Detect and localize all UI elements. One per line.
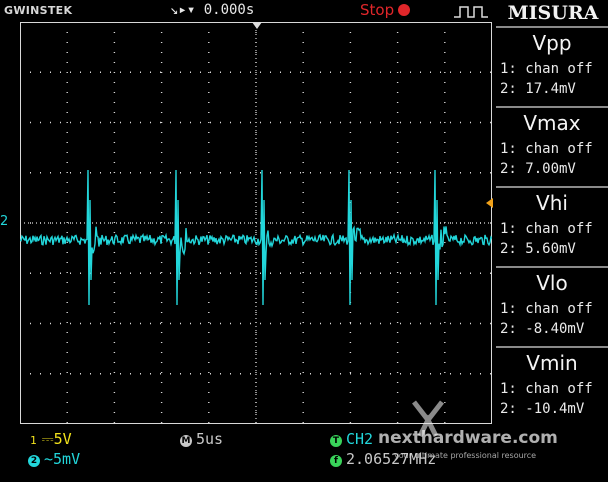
measurement-ch1: 1: chan off bbox=[500, 381, 593, 397]
measurement-ch1: 1: chan off bbox=[500, 61, 593, 77]
ch1-scale-readout[interactable]: 1 ⎓5V bbox=[30, 430, 72, 448]
measurement-name: Vpp bbox=[532, 31, 572, 55]
measurement-vhi[interactable]: Vhi 1: chan off 2: 5.60mV bbox=[496, 186, 608, 266]
top-status-bar: GWINSTEK ↘▸▾ 0.000s Stop bbox=[0, 0, 496, 22]
measurement-vpp[interactable]: Vpp 1: chan off 2: 17.4mV bbox=[496, 26, 608, 106]
trigger-edge-icon bbox=[454, 6, 488, 18]
ch1-number: 1 bbox=[30, 434, 37, 447]
measurement-name: Vlo bbox=[536, 271, 568, 295]
ch2-scale-readout[interactable]: 2 ~5mV bbox=[28, 450, 80, 468]
measurement-ch1: 1: chan off bbox=[500, 301, 593, 317]
watermark: nexthardware.com your ultimate professio… bbox=[328, 398, 608, 482]
measurement-ch2: 2: 7.00mV bbox=[500, 161, 576, 177]
timebase-readout[interactable]: M 5us bbox=[180, 430, 223, 448]
timebase-badge: M bbox=[180, 435, 192, 447]
ch1-scale: ⎓5V bbox=[41, 430, 72, 448]
trigger-marker-icon bbox=[252, 22, 262, 29]
ch2-scale: ~5mV bbox=[44, 450, 81, 468]
stop-indicator-icon bbox=[398, 4, 411, 16]
ground-level-marker-icon bbox=[486, 198, 493, 208]
measurement-ch2: 2: 17.4mV bbox=[500, 81, 576, 97]
ch2-badge: 2 bbox=[28, 455, 40, 467]
measure-panel-title: MISURA bbox=[507, 2, 599, 24]
brand-logo: GWINSTEK bbox=[4, 4, 73, 17]
measurement-ch1: 1: chan off bbox=[500, 141, 593, 157]
measurement-name: Vhi bbox=[536, 191, 568, 215]
measurement-ch1: 1: chan off bbox=[500, 221, 593, 237]
measurement-name: Vmin bbox=[526, 351, 578, 375]
run-stop-status[interactable]: Stop bbox=[360, 1, 411, 19]
ch2-ground-marker[interactable]: 2 bbox=[0, 214, 8, 229]
measurement-vmax[interactable]: Vmax 1: chan off 2: 7.00mV bbox=[496, 106, 608, 186]
watermark-tagline: your ultimate professional resource bbox=[394, 451, 537, 460]
measurement-vlo[interactable]: Vlo 1: chan off 2: -8.40mV bbox=[496, 266, 608, 346]
trigger-position-readout: ↘▸▾ 0.000s bbox=[170, 2, 255, 18]
measurement-panel: Vpp 1: chan off 2: 17.4mV Vmax 1: chan o… bbox=[496, 26, 608, 428]
watermark-site: nexthardware.com bbox=[378, 428, 558, 448]
measurement-ch2: 2: 5.60mV bbox=[500, 241, 576, 257]
run-state-label: Stop bbox=[360, 1, 395, 19]
measurement-name: Vmax bbox=[523, 111, 581, 135]
timebase-value: 5us bbox=[196, 430, 224, 448]
measurement-ch2: 2: -8.40mV bbox=[500, 321, 585, 337]
waveform-display bbox=[20, 22, 492, 424]
